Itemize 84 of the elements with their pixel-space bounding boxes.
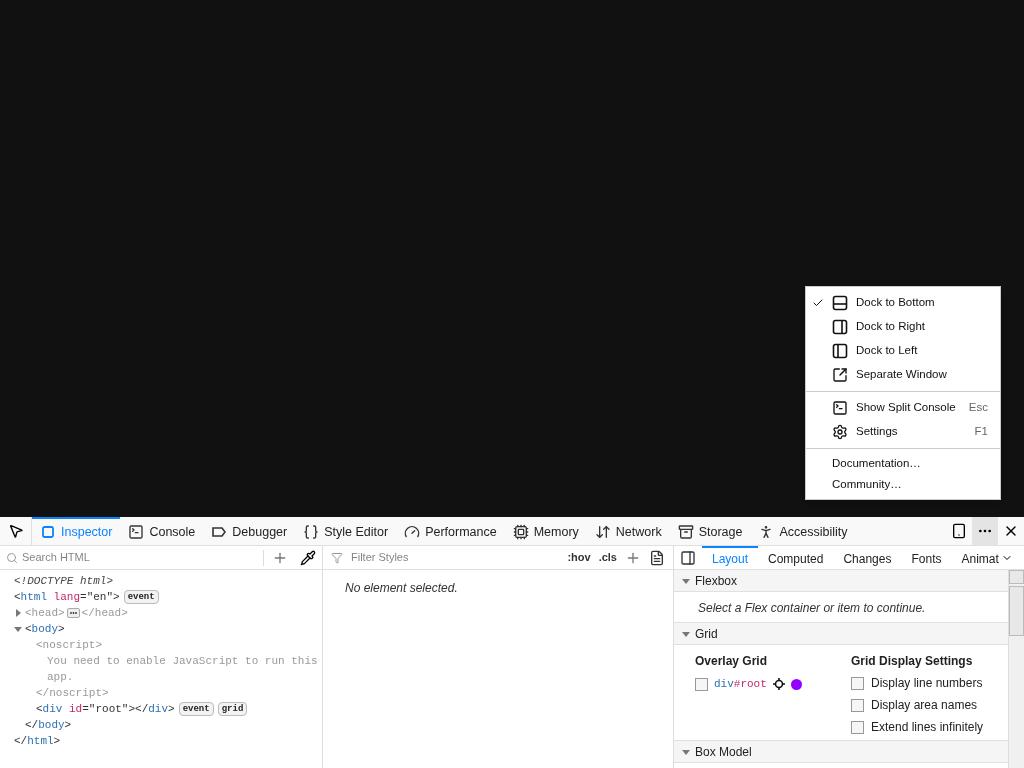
sidebar-tab[interactable]: Changes <box>833 546 902 569</box>
markup-line[interactable]: <!DOCTYPE html> <box>14 573 114 589</box>
section-heading[interactable]: Grid <box>695 624 718 643</box>
markup-badge[interactable]: event <box>123 590 159 604</box>
section-heading[interactable]: Flexbox <box>695 571 738 590</box>
setting-label: Display line numbers <box>871 675 983 692</box>
checkbox[interactable] <box>851 676 864 690</box>
menu-item[interactable]: Dock to Bottom <box>806 291 1000 315</box>
dock-left-icon <box>832 343 848 359</box>
markup-line: </noscript> <box>36 687 109 699</box>
grid-selector: div#root <box>714 677 767 692</box>
chip-icon <box>512 524 529 540</box>
square-icon <box>40 524 56 540</box>
markup-line: </html> <box>14 735 61 747</box>
devtools-tab[interactable]: Performance <box>396 517 505 545</box>
more-options-button[interactable] <box>972 517 998 545</box>
pointer-icon <box>7 523 24 539</box>
empty-rules-message: No element selected. <box>345 581 458 595</box>
braces-icon <box>303 524 320 540</box>
checkbox[interactable] <box>695 677 708 691</box>
sidebar-tab[interactable]: Fonts <box>901 546 952 569</box>
filter-icon <box>331 551 343 564</box>
section-heading[interactable]: Box Model <box>695 742 752 761</box>
crosshair-icon[interactable] <box>772 678 785 691</box>
menu-item[interactable]: Settings F1 <box>806 420 1000 444</box>
markup-line: </body> <box>25 719 72 731</box>
checkbox[interactable] <box>851 720 864 734</box>
expanded-triangle-icon[interactable] <box>14 625 22 633</box>
setting-label: Display area names <box>871 697 978 714</box>
document-icon <box>649 549 665 566</box>
eyedropper-button[interactable] <box>300 549 316 566</box>
tablet-icon <box>951 523 967 539</box>
storage-icon <box>677 524 694 540</box>
devtools-tab[interactable]: Storage <box>669 517 751 545</box>
tag-icon <box>211 524 228 540</box>
devtools-tab[interactable]: Accessibility <box>750 517 856 545</box>
rules-toggle-button[interactable]: .cls <box>598 549 617 566</box>
dock-right-icon <box>832 319 848 335</box>
sidebar-tab[interactable]: Animat <box>951 546 1009 569</box>
sidebar-tab[interactable]: Computed <box>758 546 834 569</box>
search-icon <box>6 551 18 564</box>
markup-line: </head> <box>81 606 128 621</box>
devtools-tab[interactable]: Memory <box>504 517 587 545</box>
markup-badge[interactable]: grid <box>217 702 248 716</box>
expanded-triangle-icon[interactable] <box>682 576 690 585</box>
ellipsis-icon[interactable] <box>66 608 80 618</box>
markup-badge[interactable]: event <box>178 702 214 716</box>
eyedropper-icon <box>300 549 316 566</box>
markup-line[interactable]: <html lang="en"> <box>14 589 120 605</box>
setting-label: Extend lines infinitely <box>871 719 984 736</box>
checkbox[interactable] <box>851 698 864 712</box>
menu-item[interactable]: Dock to Right <box>806 315 1000 339</box>
menu-link[interactable]: Documentation… <box>806 453 1000 474</box>
panel-icon <box>680 549 696 566</box>
dock-bottom-icon <box>832 295 848 311</box>
gauge-icon <box>404 524 421 540</box>
menu-item[interactable]: Show Split Console Esc <box>806 396 1000 420</box>
filter-styles-field[interactable]: Filter Styles <box>351 549 560 566</box>
markup-line[interactable]: <body> <box>25 621 65 637</box>
arrows-icon <box>594 524 611 540</box>
external-window-icon <box>832 367 848 383</box>
console-icon <box>832 400 848 416</box>
print-preview-button[interactable] <box>649 549 665 566</box>
search-html-field[interactable]: Search HTML <box>22 549 259 566</box>
overlay-grid-heading: Overlay Grid <box>695 653 769 670</box>
menu-item[interactable]: Dock to Left <box>806 339 1000 363</box>
menu-link[interactable]: Community… <box>806 474 1000 495</box>
menu-item[interactable]: Separate Window <box>806 363 1000 387</box>
devtools-tab[interactable]: Network <box>586 517 670 545</box>
expanded-triangle-icon[interactable] <box>682 629 690 638</box>
markup-line[interactable]: <div id="root"></div> <box>36 701 175 717</box>
collapsed-triangle-icon[interactable] <box>14 609 22 617</box>
rules-toggle-button[interactable]: :hov <box>567 549 591 566</box>
scrollbar[interactable] <box>1008 570 1024 768</box>
devtools-tab[interactable]: Console <box>120 517 204 545</box>
settings-icon <box>832 424 848 440</box>
grid-settings-heading: Grid Display Settings <box>851 653 974 670</box>
flexbox-message: Select a Flex container or item to continue. <box>698 601 926 615</box>
devtools-tab[interactable]: Style Editor <box>295 517 397 545</box>
expanded-triangle-icon[interactable] <box>682 747 690 756</box>
grid-color-swatch[interactable] <box>790 678 802 690</box>
devtools-tab[interactable]: Inspector <box>32 517 121 545</box>
console-icon <box>128 524 145 540</box>
devtools-tab[interactable]: Debugger <box>203 517 296 545</box>
